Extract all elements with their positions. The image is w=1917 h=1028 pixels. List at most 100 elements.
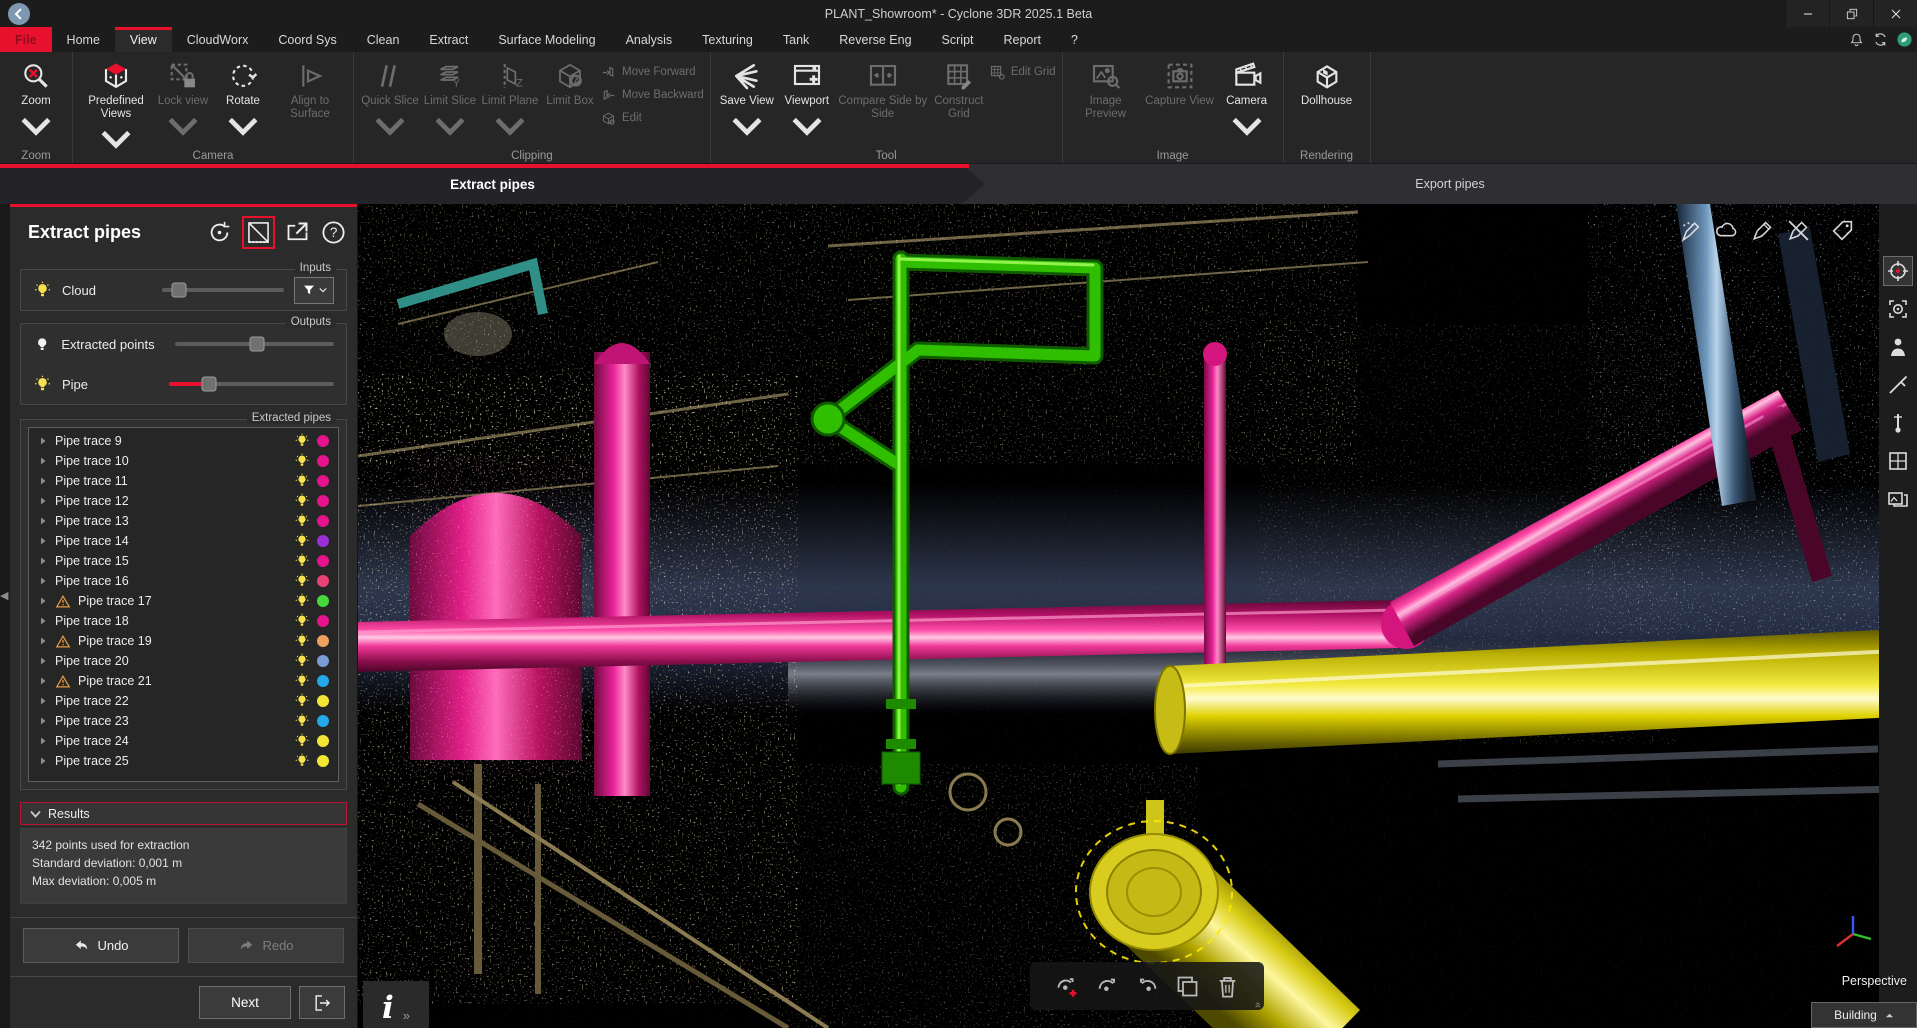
minimize-button[interactable] [1785, 0, 1829, 27]
visibility-bulb-icon[interactable] [294, 573, 310, 589]
gallery-button[interactable] [1883, 484, 1913, 514]
pipe-color-swatch[interactable] [317, 455, 329, 467]
undo-button[interactable]: Undo [23, 928, 179, 963]
point-cloud-scene[interactable] [358, 204, 1917, 1028]
visibility-bulb-icon[interactable] [33, 335, 51, 354]
rotate-left-icon[interactable] [1094, 973, 1121, 1000]
visibility-bulb-icon[interactable] [294, 693, 310, 709]
pipe-color-swatch[interactable] [317, 555, 329, 567]
menu-item[interactable]: Analysis [611, 27, 688, 52]
ribbon-button[interactable]: Construct Grid [929, 56, 989, 142]
extracted-points-slider[interactable] [175, 342, 334, 346]
menu-item[interactable]: CloudWorx [172, 27, 264, 52]
account-avatar-icon[interactable] [1896, 31, 1913, 48]
visibility-bulb-icon[interactable] [294, 733, 310, 749]
pipe-color-swatch[interactable] [317, 475, 329, 487]
visibility-bulb-icon[interactable] [294, 633, 310, 649]
pipe-trace-row[interactable]: Pipe trace 9 [29, 431, 338, 451]
menu-item[interactable]: View [115, 27, 172, 52]
ribbon-button[interactable]: Lock view [153, 56, 213, 145]
pipe-color-swatch[interactable] [317, 575, 329, 587]
ribbon-button[interactable]: Align to Surface [273, 56, 347, 142]
ribbon-button[interactable]: Image Preview [1069, 56, 1143, 142]
pipe-color-swatch[interactable] [317, 695, 329, 707]
reset-icon[interactable] [206, 219, 233, 246]
slice-button[interactable] [1883, 370, 1913, 400]
restore-button[interactable] [1829, 0, 1873, 27]
tag-icon[interactable] [1830, 218, 1855, 243]
visibility-bulb-icon[interactable] [294, 493, 310, 509]
pipe-color-swatch[interactable] [317, 495, 329, 507]
visibility-bulb-icon[interactable] [294, 453, 310, 469]
expand-chevron-icon[interactable] [38, 436, 48, 446]
menu-item[interactable]: Home [52, 27, 115, 52]
pipe-trace-row[interactable]: Pipe trace 14 [29, 531, 338, 551]
expand-chevron-icon[interactable] [38, 516, 48, 526]
pipe-color-swatch[interactable] [317, 675, 329, 687]
rotate-right-icon[interactable] [1134, 973, 1161, 1000]
pipe-trace-row[interactable]: Pipe trace 21 [29, 671, 338, 691]
expand-chevron-icon[interactable] [38, 476, 48, 486]
pipe-trace-row[interactable]: Pipe trace 24 [29, 731, 338, 751]
ribbon-button[interactable]: Rotate [213, 56, 273, 145]
cloud-opacity-slider[interactable] [162, 288, 284, 292]
redo-button[interactable]: Redo [188, 928, 344, 963]
cloud-filter-dropdown[interactable] [294, 277, 334, 304]
visibility-bulb-icon[interactable] [294, 653, 310, 669]
cloud-icon[interactable] [1714, 218, 1739, 243]
expand-chevron-icon[interactable] [38, 636, 48, 646]
tab-extract-pipes[interactable]: Extract pipes [0, 164, 985, 204]
pipe-opacity-slider[interactable] [169, 382, 334, 386]
expand-chevron-icon[interactable] [38, 556, 48, 566]
expand-chevron-icon[interactable] [38, 656, 48, 666]
ribbon-small-button[interactable]: Edit [600, 108, 704, 128]
visibility-bulb-icon[interactable] [294, 753, 310, 769]
pipe-trace-row[interactable]: Pipe trace 16 [29, 571, 338, 591]
menu-item[interactable]: Script [927, 27, 989, 52]
pipe-color-swatch[interactable] [317, 715, 329, 727]
expand-chevron-icon[interactable] [38, 716, 48, 726]
expand-chevron-icon[interactable] [38, 576, 48, 586]
pipe-trace-row[interactable]: Pipe trace 15 [29, 551, 338, 571]
slider-thumb[interactable] [250, 337, 265, 352]
visibility-bulb-icon[interactable] [294, 593, 310, 609]
select-rectangle-icon[interactable] [242, 216, 275, 249]
ribbon-button[interactable]: Z Limit Plane [480, 56, 540, 145]
menu-item[interactable]: Extract [414, 27, 483, 52]
pipe-color-swatch[interactable] [317, 735, 329, 747]
pipe-trace-row[interactable]: Pipe trace 18 [29, 611, 338, 631]
expand-chevron-icon[interactable] [38, 676, 48, 686]
ribbon-button[interactable]: Camera [1217, 56, 1277, 145]
building-selector[interactable]: Building [1811, 1002, 1917, 1028]
visibility-bulb-icon[interactable] [294, 533, 310, 549]
pipe-color-swatch[interactable] [317, 615, 329, 627]
ribbon-small-button[interactable]: Move Backward [600, 85, 704, 105]
ribbon-button[interactable]: Y Limit Slice [420, 56, 480, 145]
measure-cloud-icon[interactable] [1678, 218, 1703, 243]
delete-icon[interactable] [1214, 973, 1241, 1000]
menu-item[interactable]: Texturing [687, 27, 768, 52]
human-view-button[interactable] [1883, 332, 1913, 362]
send-to-icon[interactable] [284, 219, 311, 246]
pipe-trace-row[interactable]: Pipe trace 20 [29, 651, 338, 671]
ribbon-button[interactable]: Quick Slice [360, 56, 420, 145]
pipe-trace-row[interactable]: Pipe trace 22 [29, 691, 338, 711]
pipe-color-swatch[interactable] [317, 755, 329, 767]
ribbon-button[interactable]: Dollhouse [1290, 56, 1364, 142]
ribbon-small-button[interactable]: Edit Grid [989, 62, 1056, 82]
pipe-color-swatch[interactable] [317, 635, 329, 647]
menu-item[interactable]: ? [1056, 27, 1093, 52]
visibility-bulb-icon[interactable] [294, 613, 310, 629]
slider-thumb[interactable] [201, 377, 216, 392]
menu-item[interactable]: Reverse Eng [824, 27, 926, 52]
menu-item[interactable]: File [0, 27, 52, 52]
pipe-trace-row[interactable]: Pipe trace 23 [29, 711, 338, 731]
exit-tool-button[interactable] [299, 986, 345, 1019]
ribbon-button[interactable]: Viewport [777, 56, 837, 145]
visibility-bulb-icon[interactable] [294, 473, 310, 489]
results-header[interactable]: Results [20, 802, 347, 825]
pipe-trace-row[interactable]: Pipe trace 12 [29, 491, 338, 511]
visibility-bulb-icon[interactable] [294, 713, 310, 729]
ribbon-button[interactable]: Zoom [6, 56, 66, 145]
pipe-color-swatch[interactable] [317, 535, 329, 547]
